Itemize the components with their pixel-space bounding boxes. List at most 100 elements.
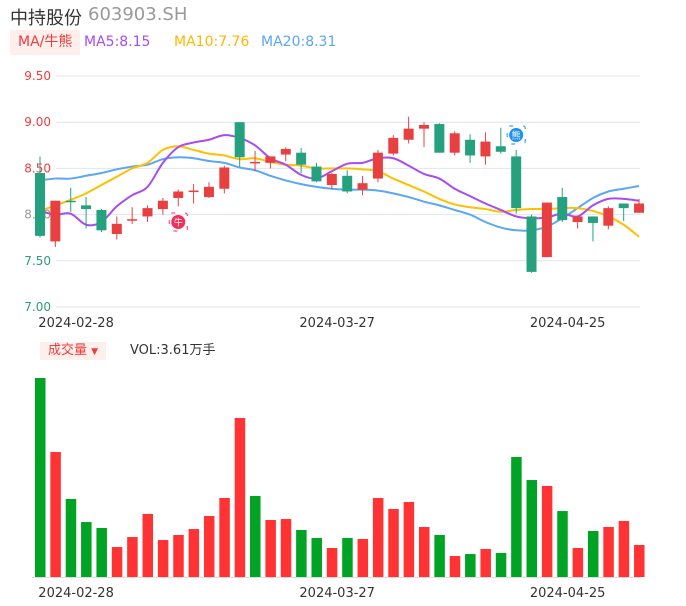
candle-body: [188, 190, 199, 193]
candlestick: [342, 170, 353, 194]
volume-bar: [280, 519, 292, 577]
volume-bar: [142, 513, 154, 577]
x-axis-label: 2024-04-25: [530, 316, 606, 331]
candlestick: [173, 189, 184, 207]
volume-bar: [203, 516, 215, 577]
candle-body: [173, 191, 184, 198]
y-axis-label: 7.50: [24, 254, 51, 268]
volume-bar: [480, 548, 491, 577]
volume-bar: [618, 520, 630, 577]
candlestick: [603, 206, 614, 230]
candlestick: [219, 165, 230, 194]
volume-bar: [127, 537, 138, 577]
candlestick: [618, 203, 629, 222]
volume-bar: [465, 554, 476, 577]
candle-body: [127, 219, 138, 221]
candle-body: [296, 152, 307, 165]
volume-bar: [388, 509, 399, 577]
candle-body: [219, 167, 230, 189]
candlestick: [419, 122, 429, 148]
candlestick: [65, 187, 76, 212]
volume-bar: [603, 527, 614, 577]
candlestick: [96, 209, 107, 233]
candlestick: [557, 187, 568, 222]
volume-bar: [296, 530, 307, 577]
bear-marker-label: 熊: [512, 130, 521, 142]
volume-bar: [219, 498, 230, 577]
candle-body: [480, 141, 491, 157]
volume-bar: [557, 511, 568, 577]
candle-body: [326, 173, 337, 186]
y-axis-label: 9.50: [24, 69, 51, 83]
x-axis-label: 2024-03-27: [299, 316, 375, 331]
candle-body: [434, 124, 445, 153]
candle-body: [572, 216, 583, 222]
candlestick: [127, 207, 138, 224]
candlestick: [587, 216, 598, 242]
candle-body: [465, 139, 476, 156]
candle-body: [142, 208, 153, 217]
bull-marker: 牛: [168, 212, 188, 232]
candlestick: [495, 127, 506, 154]
volume-bar: [541, 485, 553, 577]
candle-body: [250, 161, 261, 164]
volume-bar: [434, 534, 445, 577]
volume-bar: [311, 537, 322, 577]
candle-body: [388, 137, 399, 154]
candle-body: [111, 223, 122, 235]
y-axis-label: 7.00: [24, 300, 51, 314]
candlestick: [203, 182, 214, 198]
volume-bar: [188, 529, 200, 577]
volume-bar: [449, 555, 461, 577]
candle-body: [511, 156, 522, 209]
volume-bar: [173, 534, 184, 577]
candle-body: [81, 205, 92, 210]
candlestick: [526, 214, 537, 273]
volume-bar: [526, 480, 538, 577]
bull-marker-label: 牛: [174, 217, 183, 229]
volume-bar: [342, 537, 353, 577]
volume-bar: [157, 540, 169, 577]
volume-bar: [357, 538, 369, 577]
candle-body: [311, 166, 322, 182]
volume-bar: [35, 378, 46, 577]
bear-marker: 熊: [506, 125, 526, 145]
volume-bar: [265, 520, 276, 577]
candlestick: [388, 135, 399, 156]
candle-body: [495, 146, 506, 152]
volume-bar: [326, 548, 338, 577]
candle-body: [403, 128, 414, 140]
candle-body: [603, 208, 614, 226]
kline-chart[interactable]: 9.509.008.508.007.507.002024-02-282024-0…: [0, 0, 686, 606]
volume-x-axis-label: 2024-02-28: [38, 586, 114, 601]
volume-bar: [65, 498, 77, 577]
volume-bar: [403, 502, 415, 577]
y-axis-label: 9.00: [24, 115, 51, 129]
volume-bar: [495, 552, 507, 577]
volume-bar: [234, 417, 246, 577]
volume-x-axis-label: 2024-04-25: [530, 586, 606, 601]
candle-body: [357, 183, 368, 190]
volume-bar: [634, 545, 645, 577]
volume-bar: [50, 452, 61, 577]
candle-body: [50, 200, 61, 242]
candlestick: [265, 156, 276, 169]
candlestick: [480, 132, 491, 165]
candle-body: [634, 203, 645, 213]
candle-body: [265, 156, 276, 163]
candlestick: [572, 216, 583, 229]
candlestick: [188, 184, 199, 204]
volume-x-axis-label: 2024-03-27: [299, 586, 375, 601]
candle-body: [65, 200, 76, 203]
volume-bar: [81, 522, 92, 577]
candle-body: [280, 148, 291, 155]
candle-body: [587, 216, 598, 223]
volume-bar: [572, 548, 584, 577]
candlestick: [372, 149, 383, 183]
candlestick: [357, 175, 368, 196]
volume-bar: [111, 547, 123, 577]
candle-body: [157, 200, 168, 210]
volume-bar: [587, 530, 599, 577]
candle-body: [449, 133, 460, 153]
volume-bar: [250, 495, 261, 577]
